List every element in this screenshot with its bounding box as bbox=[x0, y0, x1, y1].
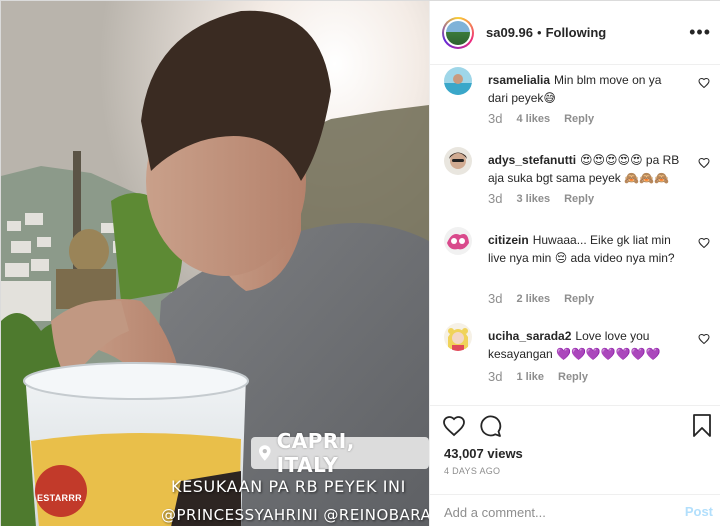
post-header: sa09.96 • Following ••• bbox=[430, 1, 720, 65]
like-comment-heart-icon[interactable] bbox=[698, 237, 710, 249]
video-tags-text: @PRINCESSYAHRINI @REINOBARACK bbox=[161, 506, 429, 524]
comments-list: rsamelialia Min blm move on ya dari peyek… bbox=[430, 65, 720, 405]
following-button[interactable]: Following bbox=[546, 25, 607, 40]
comment-likes[interactable]: 3 likes bbox=[516, 193, 550, 205]
comment-username[interactable]: uciha_sarada2 bbox=[488, 329, 571, 343]
comment-username[interactable]: citizein bbox=[488, 233, 529, 247]
reply-button[interactable]: Reply bbox=[564, 193, 594, 205]
location-sticker-text: CAPRI, ITALY bbox=[276, 429, 355, 477]
comment-likes[interactable]: 4 likes bbox=[516, 113, 550, 125]
comment-age[interactable]: 3d bbox=[488, 291, 502, 306]
save-bookmark-icon[interactable] bbox=[692, 414, 712, 438]
post-comment-button[interactable]: Post bbox=[685, 504, 713, 519]
reply-button[interactable]: Reply bbox=[564, 293, 594, 305]
comment-age[interactable]: 3d bbox=[488, 191, 502, 206]
reply-button[interactable]: Reply bbox=[558, 371, 588, 383]
commenter-avatar[interactable] bbox=[444, 323, 472, 351]
comment-likes[interactable]: 2 likes bbox=[516, 293, 550, 305]
comment-username[interactable]: rsamelialia bbox=[488, 73, 550, 87]
view-count[interactable]: 43,007 views bbox=[444, 446, 523, 461]
post-side-panel: sa09.96 • Following ••• rsamelialia Min b… bbox=[429, 1, 720, 526]
comment-username[interactable]: adys_stefanutti bbox=[488, 153, 576, 167]
author-avatar[interactable] bbox=[442, 16, 474, 49]
comment-bubble-icon[interactable] bbox=[478, 414, 502, 438]
author-username[interactable]: sa09.96 bbox=[486, 25, 533, 40]
commenter-avatar[interactable] bbox=[444, 227, 472, 255]
post-actions: 43,007 views 4 DAYS AGO Post bbox=[430, 405, 720, 526]
location-pin-icon bbox=[259, 445, 271, 461]
like-comment-heart-icon[interactable] bbox=[698, 157, 710, 169]
reply-button[interactable]: Reply bbox=[564, 113, 594, 125]
like-heart-icon[interactable] bbox=[442, 414, 466, 438]
commenter-avatar[interactable] bbox=[444, 147, 472, 175]
more-horizontal-icon[interactable]: ••• bbox=[689, 23, 711, 41]
video-caption-text: KESUKAAN PA RB PEYEK INI bbox=[171, 477, 406, 496]
bucket-label: ESTARRR bbox=[37, 493, 82, 503]
post-video[interactable]: ESTARRR CAPRI, ITALY KESUKAAN PA RB PEYE… bbox=[1, 1, 429, 526]
comment-age[interactable]: 3d bbox=[488, 369, 502, 384]
instagram-post-modal: ESTARRR CAPRI, ITALY KESUKAAN PA RB PEYE… bbox=[0, 0, 720, 526]
post-timestamp[interactable]: 4 DAYS AGO bbox=[444, 466, 500, 476]
like-comment-heart-icon[interactable] bbox=[698, 77, 710, 89]
comment-likes[interactable]: 1 like bbox=[516, 371, 544, 383]
add-comment-bar: Post bbox=[430, 494, 720, 526]
comment-age[interactable]: 3d bbox=[488, 111, 502, 126]
add-comment-input[interactable] bbox=[444, 503, 664, 521]
like-comment-heart-icon[interactable] bbox=[698, 333, 710, 345]
commenter-avatar[interactable] bbox=[444, 67, 472, 95]
location-sticker: CAPRI, ITALY bbox=[251, 429, 429, 477]
header-separator: • bbox=[537, 25, 542, 40]
